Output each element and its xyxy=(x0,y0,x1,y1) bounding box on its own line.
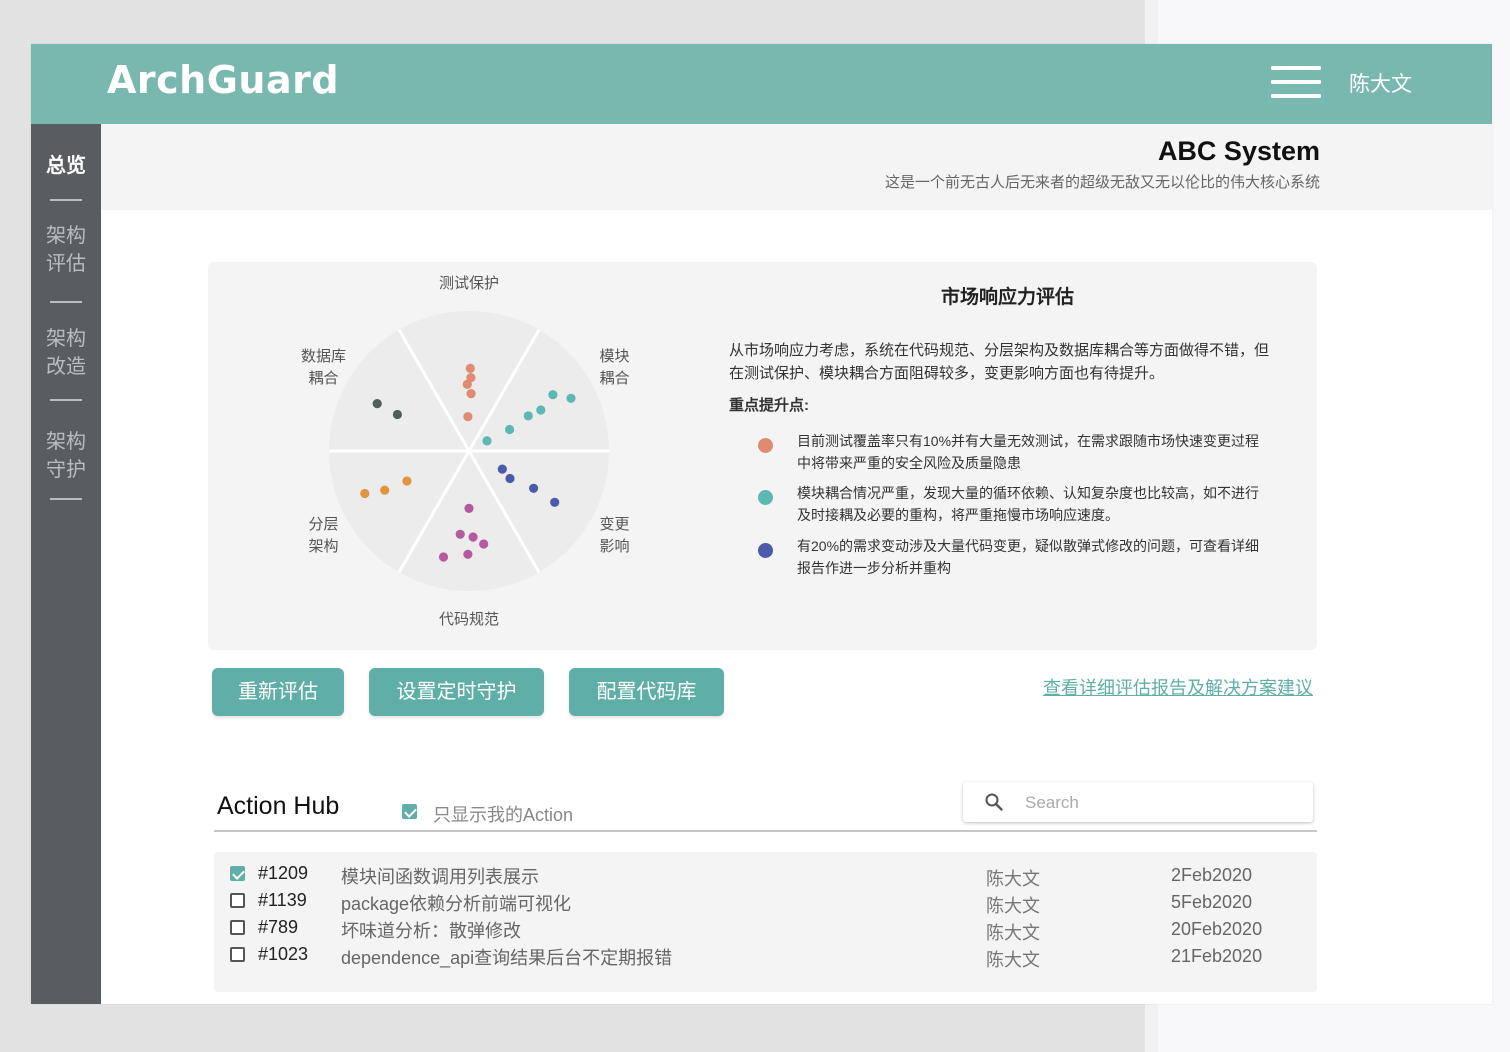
my-actions-label[interactable]: 只显示我的Action xyxy=(433,801,573,827)
sidebar-item-arch-refactor[interactable]: 架构改造 xyxy=(46,325,86,381)
sidebar-divider xyxy=(50,301,82,303)
table-row[interactable]: #1023 dependence_api查询结果后台不定期报错 陈大文 21Fe… xyxy=(214,942,1317,970)
chart-point xyxy=(455,529,465,539)
action-list: #1209 模块间函数调用列表展示 陈大文 2Feb2020 #1139 pac… xyxy=(214,852,1317,992)
action-title[interactable]: 坏味道分析：散弹修改 xyxy=(341,917,521,943)
action-date: 20Feb2020 xyxy=(1171,919,1263,939)
action-id: #1209 xyxy=(258,863,309,883)
sidebar-item-arch-guard[interactable]: 架构守护 xyxy=(46,428,86,484)
hamburger-menu-icon[interactable] xyxy=(1271,66,1321,100)
top-bar: ArchGuard 陈大文 xyxy=(31,44,1492,124)
chart-point xyxy=(548,390,558,400)
row-checkbox[interactable] xyxy=(230,920,245,935)
chart-point xyxy=(438,552,449,562)
chart-point xyxy=(380,485,390,495)
evaluation-title: 市场响应力评估 xyxy=(941,287,1075,308)
user-name[interactable]: 陈大文 xyxy=(1349,68,1412,98)
sidebar-divider xyxy=(50,498,82,500)
table-row[interactable]: #1139 package依赖分析前端可视化 陈大文 5Feb2020 xyxy=(214,888,1317,916)
report-link[interactable]: 查看详细评估报告及解决方案建议 xyxy=(1043,674,1313,700)
chart-axis-label: 变更影响 xyxy=(599,516,629,555)
action-title[interactable]: 模块间函数调用列表展示 xyxy=(341,863,539,889)
evaluation-card: 测试保护模块耦合变更影响代码规范 分层架构 数据库耦合 市场响应力评估 从市场响应力… xyxy=(208,262,1317,650)
sidebar-item-overview[interactable]: 总览 xyxy=(31,152,101,180)
chart-axis-label: 模块耦合 xyxy=(599,348,629,387)
my-actions-checkbox[interactable] xyxy=(402,804,417,819)
action-date: 21Feb2020 xyxy=(1171,946,1263,966)
chart-point xyxy=(463,549,473,559)
schedule-guard-button[interactable]: 设置定时守护 xyxy=(369,668,544,716)
chart-point xyxy=(464,503,474,513)
chart-point xyxy=(505,424,515,435)
chart-point xyxy=(566,393,576,403)
chart-point xyxy=(402,476,412,486)
focus-point-dot xyxy=(758,438,773,453)
row-checkbox[interactable] xyxy=(230,866,245,881)
chart-axis-label: 代码规范 xyxy=(439,611,499,628)
chart-point xyxy=(536,405,546,415)
focus-point-dot xyxy=(758,490,773,505)
action-hub-title: Action Hub xyxy=(217,792,340,820)
table-row[interactable]: #789 坏味道分析：散弹修改 陈大文 20Feb2020 xyxy=(214,915,1317,943)
chart-point xyxy=(360,488,370,499)
config-repo-button[interactable]: 配置代码库 xyxy=(569,668,724,716)
chart-point xyxy=(482,436,492,446)
sidebar-divider xyxy=(50,199,82,201)
focus-title: 重点提升点: xyxy=(729,397,809,414)
search-icon xyxy=(985,793,1003,811)
system-header: ABC System 这是一个前无古人后无来者的超级无敌又无以伦比的伟大核心系统 xyxy=(101,124,1492,210)
table-row[interactable]: #1209 模块间函数调用列表展示 陈大文 2Feb2020 xyxy=(214,861,1317,889)
chart-point xyxy=(468,532,478,542)
chart-point xyxy=(466,373,476,383)
app-window: ArchGuard 陈大文 总览 架构评估 架构改造 架构守护 ABC Syst… xyxy=(31,44,1492,1004)
action-id: #1023 xyxy=(258,944,309,964)
system-description: 这是一个前无古人后无来者的超级无敌又无以伦比的伟大核心系统 xyxy=(884,174,1320,191)
reevaluate-button[interactable]: 重新评估 xyxy=(212,668,344,716)
focus-point-text: 目前测试覆盖率只有10%并有大量无效测试，在需求跟随市场快速变更过程中将带来严重… xyxy=(797,433,1260,471)
chart-point xyxy=(523,411,533,421)
row-checkbox[interactable] xyxy=(230,893,245,908)
focus-point-text: 有20%的需求变动涉及大量代码变更，疑似散弹式修改的问题，可查看详细报告作进一步… xyxy=(797,538,1260,576)
action-date: 5Feb2020 xyxy=(1171,892,1253,912)
action-date: 2Feb2020 xyxy=(1171,865,1253,885)
sidebar-item-arch-eval[interactable]: 架构评估 xyxy=(46,222,86,278)
focus-point-text: 模块耦合情况严重，发现大量的循环依赖、认知复杂度也比较高，如不进行及时接耦及必要… xyxy=(797,485,1259,523)
action-title[interactable]: dependence_api查询结果后台不定期报错 xyxy=(341,944,672,970)
chart-axis-label: 测试保护 xyxy=(439,275,499,292)
sidebar: 总览 架构评估 架构改造 架构守护 xyxy=(31,124,101,1004)
search-box xyxy=(963,782,1313,822)
row-checkbox[interactable] xyxy=(230,947,245,962)
chart-point xyxy=(550,497,560,507)
chart-point xyxy=(466,389,476,399)
logo: ArchGuard xyxy=(107,58,340,102)
focus-point-dot xyxy=(758,543,773,558)
system-name: ABC System xyxy=(1157,136,1320,166)
chart-point xyxy=(497,464,507,474)
chart-point xyxy=(463,412,473,422)
chart-point xyxy=(392,409,402,420)
action-title[interactable]: package依赖分析前端可视化 xyxy=(341,890,571,916)
chart-point xyxy=(479,539,489,549)
hub-divider xyxy=(214,830,1317,832)
action-owner: 陈大文 xyxy=(986,950,1040,970)
action-id: #1139 xyxy=(258,890,307,910)
chart-axis-label: 数据库耦合 xyxy=(301,348,346,387)
evaluation-description: 从市场响应力考虑，系统在代码规范、分层架构及数据库耦合等方面做得不错，但在测试保… xyxy=(729,342,1270,382)
chart-point xyxy=(372,399,382,409)
radar-scatter-chart: 测试保护模块耦合变更影响代码规范 分层架构 数据库耦合 xyxy=(301,275,630,628)
action-id: #789 xyxy=(258,917,299,937)
chart-point xyxy=(529,483,539,493)
search-input[interactable] xyxy=(1023,788,1297,818)
chart-point xyxy=(505,473,515,484)
chart-point xyxy=(465,363,475,373)
chart-axis-label: 分层架构 xyxy=(308,516,338,555)
sidebar-divider xyxy=(50,399,82,401)
